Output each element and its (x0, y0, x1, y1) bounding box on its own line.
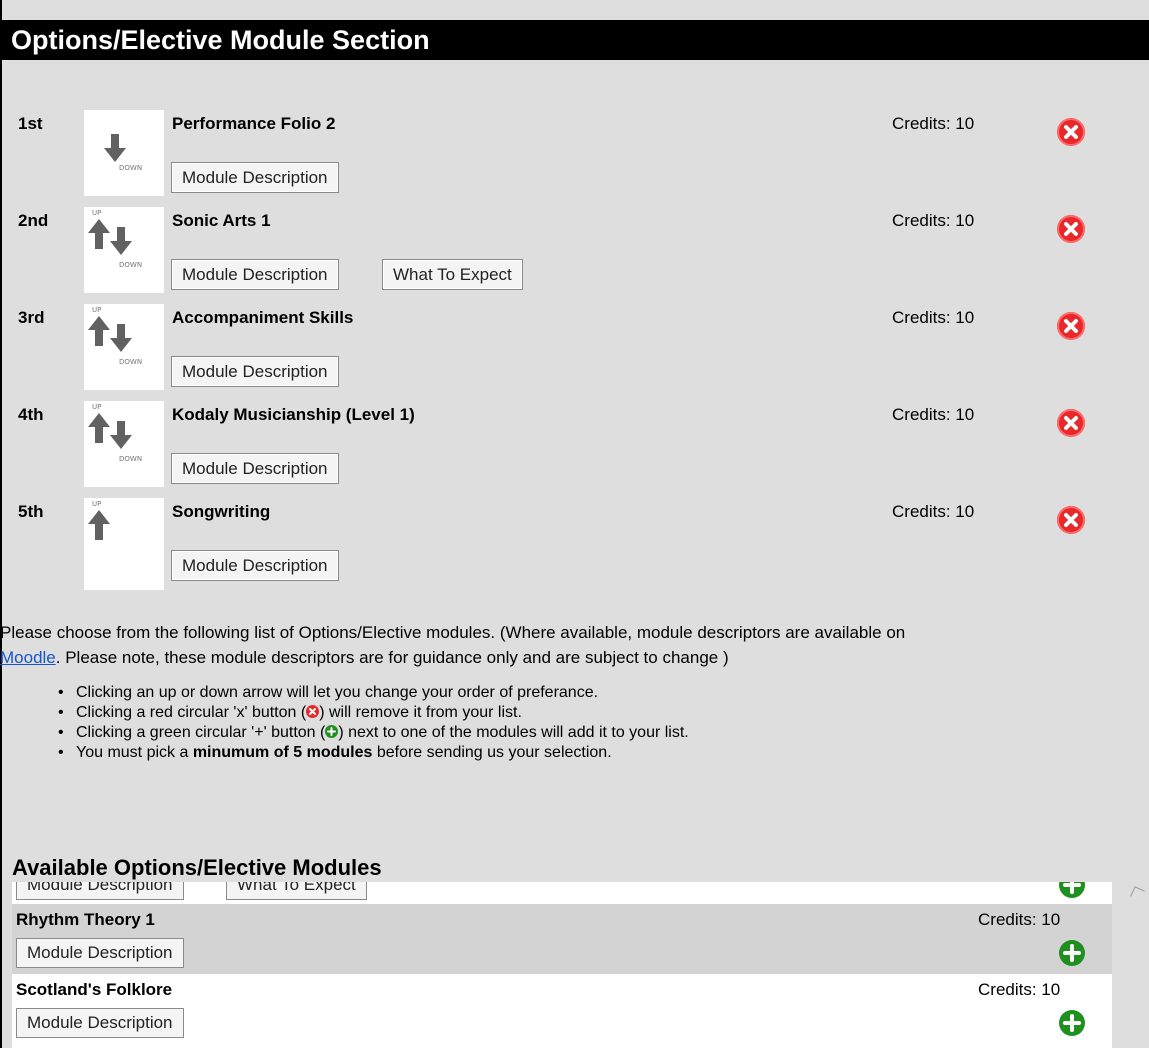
add-icon (325, 725, 339, 738)
module-description-button[interactable]: Module Description (16, 938, 184, 968)
reorder-arrows: UP DOWN (84, 304, 164, 390)
module-credits: Credits: 10 (892, 114, 975, 133)
module-credits: Credits: 10 (892, 405, 975, 424)
reorder-arrows: UP DOWN (84, 401, 164, 487)
list-item: Clicking a red circular 'x' button ( ) wi… (50, 703, 1050, 723)
module-title: Rhythm Theory 1 (16, 910, 155, 929)
scrollbar[interactable] (1116, 882, 1149, 1048)
add-module-button[interactable] (1059, 1010, 1085, 1036)
remove-module-button[interactable] (1057, 506, 1085, 534)
down-label: DOWN (119, 358, 143, 366)
list-item-text: before sending us your selection. (372, 744, 612, 761)
module-description-button[interactable]: Module Description (171, 259, 339, 290)
available-modules-list[interactable]: Module Description What To Expect Rhythm… (12, 882, 1112, 1048)
instructions-paragraph: Please choose from the following list of… (0, 620, 1145, 670)
list-item-bold: minumum of 5 modules (192, 744, 373, 761)
module-title: Sonic Arts 1 (172, 211, 271, 230)
module-credits: Credits: 10 (892, 308, 975, 327)
up-arrow-icon[interactable] (88, 413, 110, 443)
module-rank: 5th (18, 502, 44, 521)
module-description-button[interactable]: Module Description (16, 882, 184, 900)
available-modules-title: Available Options/Elective Modules (12, 855, 382, 880)
down-label: DOWN (119, 261, 143, 269)
top-strip (0, 0, 1149, 20)
module-rank: 4th (18, 405, 44, 424)
remove-module-button[interactable] (1057, 312, 1085, 340)
list-item: Clicking an up or down arrow will let yo… (50, 683, 1050, 703)
reorder-arrows: DOWN (84, 110, 164, 196)
down-label: DOWN (119, 164, 143, 172)
module-title: Songwriting (172, 502, 271, 521)
module-rank: 3rd (18, 308, 45, 327)
module-description-button[interactable]: Module Description (171, 356, 339, 387)
module-description-button[interactable]: Module Description (171, 162, 339, 193)
what-to-expect-button[interactable]: What To Expect (226, 882, 367, 900)
chosen-module-row: 1st DOWN Performance Folio 2 Credits: 10… (0, 110, 1149, 202)
instructions-list: Clicking an up or down arrow will let yo… (50, 683, 1050, 763)
module-credits: Credits: 10 (892, 211, 975, 230)
up-label: UP (92, 209, 102, 217)
chosen-module-row: 2nd UP DOWN Sonic Arts 1 Credits: 10 Mod… (0, 207, 1149, 299)
module-credits: Credits: 10 (978, 980, 1061, 999)
list-item: Module Description What To Expect (12, 882, 1112, 904)
list-item: Rhythm Theory 1 Credits: 10 Module Descr… (12, 904, 1112, 974)
chosen-module-row: 3rd UP DOWN Accompaniment Skills Credits… (0, 304, 1149, 396)
section-header: Options/Elective Module Section (0, 20, 1149, 60)
list-item-text: Clicking a red circular 'x' button ( (76, 704, 307, 721)
reorder-arrows: UP DOWN (84, 207, 164, 293)
down-arrow-icon[interactable] (110, 324, 132, 352)
module-description-button[interactable]: Module Description (171, 550, 339, 581)
intro-text-rest: . Please note, these module descriptors … (55, 648, 729, 667)
module-credits: Credits: 10 (892, 502, 975, 521)
module-rank: 1st (18, 114, 43, 133)
module-description-button[interactable]: Module Description (16, 1008, 184, 1038)
remove-module-button[interactable] (1057, 118, 1085, 146)
module-title: Kodaly Musicianship (Level 1) (172, 405, 415, 424)
list-item-text: ) next to one of the modules will add it… (338, 724, 689, 741)
add-module-button[interactable] (1059, 940, 1085, 966)
list-item: You must pick a minumum of 5 modules bef… (50, 743, 1050, 763)
up-label: UP (92, 306, 102, 314)
add-module-button[interactable] (1059, 882, 1085, 898)
remove-icon (306, 705, 320, 718)
reorder-arrows: UP (84, 498, 164, 590)
up-arrow-icon[interactable] (88, 316, 110, 346)
what-to-expect-button[interactable]: What To Expect (382, 259, 523, 290)
down-label: DOWN (119, 455, 143, 463)
down-arrow-icon[interactable] (104, 134, 126, 162)
list-item-text: Clicking a green circular '+' button ( (76, 724, 326, 741)
up-arrow-icon[interactable] (88, 219, 110, 249)
module-rank: 2nd (18, 211, 49, 230)
remove-module-button[interactable] (1057, 409, 1085, 437)
up-label: UP (92, 403, 102, 411)
list-item: Clicking a green circular '+' button ( ) … (50, 723, 1050, 743)
up-arrow-icon[interactable] (88, 510, 110, 540)
down-arrow-icon[interactable] (110, 227, 132, 255)
module-title: Scotland's Folklore (16, 980, 173, 999)
module-title: Performance Folio 2 (172, 114, 336, 133)
module-description-button[interactable]: Module Description (171, 453, 339, 484)
list-item-text: You must pick a (76, 744, 193, 761)
module-credits: Credits: 10 (978, 910, 1061, 929)
list-item-text: Clicking an up or down arrow will let yo… (76, 684, 599, 701)
intro-text: Please choose from the following list of… (0, 623, 906, 642)
remove-module-button[interactable] (1057, 215, 1085, 243)
moodle-link[interactable]: Moodle (0, 648, 56, 667)
up-label: UP (92, 500, 102, 508)
down-arrow-icon[interactable] (110, 421, 132, 449)
list-item-text: ) will remove it from your list. (319, 704, 522, 721)
list-item: Scotland's Folklore Credits: 10 Module D… (12, 974, 1112, 1044)
chosen-module-row: 4th UP DOWN Kodaly Musicianship (Level 1… (0, 401, 1149, 493)
chosen-module-row: 5th UP Songwriting Credits: 10 Module De… (0, 498, 1149, 590)
module-title: Accompaniment Skills (172, 308, 354, 327)
